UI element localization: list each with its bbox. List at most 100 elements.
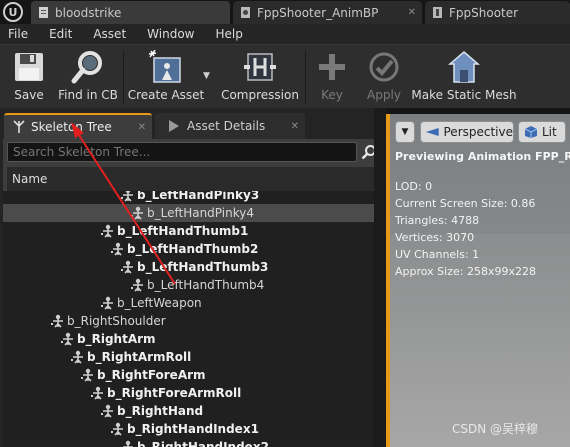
bone-icon xyxy=(111,422,123,436)
key-button[interactable]: Key xyxy=(314,49,350,107)
tree-row[interactable]: b_RightForeArmRoll xyxy=(3,384,386,402)
tab-fppshooter-animbp[interactable]: FppShooter_AnimBP ✕ xyxy=(233,1,422,24)
bone-icon xyxy=(111,242,123,256)
chevron-down-icon: ▼ xyxy=(401,127,409,137)
tree-row[interactable]: b_LeftHandThumb1 xyxy=(3,222,386,240)
apply-button[interactable]: Apply xyxy=(364,49,404,107)
tab-asset-details[interactable]: Asset Details ✕ xyxy=(155,113,305,139)
bone-label: b_RightArmRoll xyxy=(87,350,192,364)
bone-label: b_LeftHandPinky4 xyxy=(147,206,254,220)
tree-row[interactable]: b_RightArm xyxy=(3,330,386,348)
toolbar-divider xyxy=(123,51,124,105)
menu-edit[interactable]: Edit xyxy=(49,27,72,41)
scrollbar[interactable] xyxy=(374,108,386,447)
tab-label: FppShooter_AnimBP xyxy=(257,5,379,20)
bone-label: b_RightHand xyxy=(117,404,204,418)
save-icon xyxy=(15,53,43,81)
bone-icon xyxy=(101,404,113,418)
compression-button[interactable]: Compression xyxy=(221,49,299,107)
tree-row[interactable]: b_LeftHandPinky3 xyxy=(3,191,386,204)
panel-tab-strip: Skeleton Tree ✕ Asset Details ✕ xyxy=(0,113,386,139)
menu-bar: File Edit Asset Window Help xyxy=(0,24,570,44)
watermark: CSDN @吴梓穆 xyxy=(452,422,539,436)
menu-file[interactable]: File xyxy=(8,27,28,41)
apply-label: Apply xyxy=(367,88,401,102)
tree-row[interactable]: b_RightArmRoll xyxy=(3,348,386,366)
menu-window[interactable]: Window xyxy=(147,27,194,41)
bone-icon xyxy=(101,224,113,238)
save-label: Save xyxy=(14,88,44,102)
menu-help[interactable]: Help xyxy=(215,27,242,41)
bone-label: b_RightForeArmRoll xyxy=(107,386,242,400)
animation-blueprint-icon xyxy=(241,7,250,18)
close-icon[interactable]: ✕ xyxy=(138,122,146,133)
chevron-down-icon[interactable]: ▼ xyxy=(203,71,210,81)
lit-cube-icon xyxy=(524,126,538,138)
stat-uv-channels: UV Channels: 1 xyxy=(395,248,480,261)
tree-row[interactable]: b_RightHandIndex2 xyxy=(3,438,386,447)
save-button[interactable]: Save xyxy=(8,49,50,107)
menu-asset[interactable]: Asset xyxy=(93,27,126,41)
bone-label: b_LeftHandThumb3 xyxy=(137,260,269,274)
bone-label: b_LeftHandPinky3 xyxy=(137,191,260,202)
viewport-options-button[interactable]: ▼ xyxy=(395,121,415,143)
skeleton-tree-body: Name b_LeftHandPinky3b_LeftHandPinky4b_L… xyxy=(3,139,386,447)
bone-icon xyxy=(121,260,133,274)
bone-label: b_RightHandIndex1 xyxy=(127,422,259,436)
create-asset-button[interactable]: Create Asset xyxy=(127,49,205,107)
bone-label: b_RightForeArm xyxy=(97,368,206,382)
tab-skeleton-tree[interactable]: Skeleton Tree ✕ xyxy=(4,113,152,139)
close-icon[interactable]: ✕ xyxy=(291,121,299,132)
preview-viewport[interactable]: ▼ Perspective Lit Previewing Animation F… xyxy=(386,114,570,447)
bone-icon xyxy=(61,332,73,346)
compression-label: Compression xyxy=(221,88,299,102)
tab-label: FppShooter xyxy=(449,5,519,20)
tab-label: Skeleton Tree xyxy=(31,120,112,134)
static-mesh-icon xyxy=(447,51,481,83)
skeleton-tree-icon xyxy=(13,120,25,133)
bone-label: b_RightHandIndex2 xyxy=(137,440,269,447)
bone-label: b_LeftHandThumb2 xyxy=(127,242,259,256)
bone-icon xyxy=(123,440,133,447)
bone-icon xyxy=(81,368,93,382)
create-asset-label: Create Asset xyxy=(127,88,205,102)
tree-row[interactable]: b_RightHand xyxy=(3,402,386,420)
bone-icon xyxy=(101,296,113,310)
bone-label: b_LeftHandThumb4 xyxy=(147,278,265,292)
mesh-stats: LOD: 0 Current Screen Size: 0.86 Triangl… xyxy=(395,178,536,280)
bone-tree: b_LeftHandPinky3 b_LeftHandPinky4 b_LeftHa… xyxy=(3,191,386,447)
bone-icon xyxy=(91,386,103,400)
search-input[interactable] xyxy=(7,142,357,162)
tree-row[interactable]: b_LeftWeapon xyxy=(3,294,386,312)
tree-row[interactable]: b_LeftHandThumb2 xyxy=(3,240,386,258)
previewing-animation-text: Previewing Animation FPP_Rifle xyxy=(395,150,570,163)
column-header-name[interactable]: Name xyxy=(7,167,386,191)
tab-bloodstrike[interactable]: bloodstrike xyxy=(31,1,230,24)
bone-label: b_RightArm xyxy=(77,332,156,346)
tab-fppshooter[interactable]: FppShooter xyxy=(425,1,570,24)
create-asset-icon xyxy=(148,50,181,83)
close-icon[interactable]: ✕ xyxy=(408,7,416,18)
key-label: Key xyxy=(321,88,343,102)
tree-row[interactable]: b_RightShoulder xyxy=(3,312,386,330)
make-static-mesh-button[interactable]: Make Static Mesh xyxy=(411,49,517,107)
document-icon xyxy=(39,7,48,18)
find-in-cb-button[interactable]: Find in CB xyxy=(58,49,118,107)
tree-row[interactable]: b_RightHandIndex1 xyxy=(3,420,386,438)
tree-row[interactable]: b_LeftHandThumb4 xyxy=(3,276,386,294)
stat-approx-size: Approx Size: 258x99x228 xyxy=(395,265,536,278)
bone-icon xyxy=(121,191,133,202)
bone-icon xyxy=(131,278,143,292)
tree-row[interactable]: b_RightForeArm xyxy=(3,366,386,384)
find-in-cb-label: Find in CB xyxy=(58,88,118,102)
skeleton-tree-panel: Skeleton Tree ✕ Asset Details ✕ Name b_L… xyxy=(0,108,386,447)
tree-row[interactable]: b_LeftHandPinky4 xyxy=(3,204,386,222)
lit-button[interactable]: Lit xyxy=(518,121,566,143)
perspective-button[interactable]: Perspective xyxy=(420,121,514,143)
unreal-logo-icon: U xyxy=(3,2,23,22)
bone-icon xyxy=(71,350,83,364)
details-icon xyxy=(169,120,179,132)
perspective-icon xyxy=(425,127,439,137)
bone-icon xyxy=(51,314,63,328)
tree-row[interactable]: b_LeftHandThumb3 xyxy=(3,258,386,276)
